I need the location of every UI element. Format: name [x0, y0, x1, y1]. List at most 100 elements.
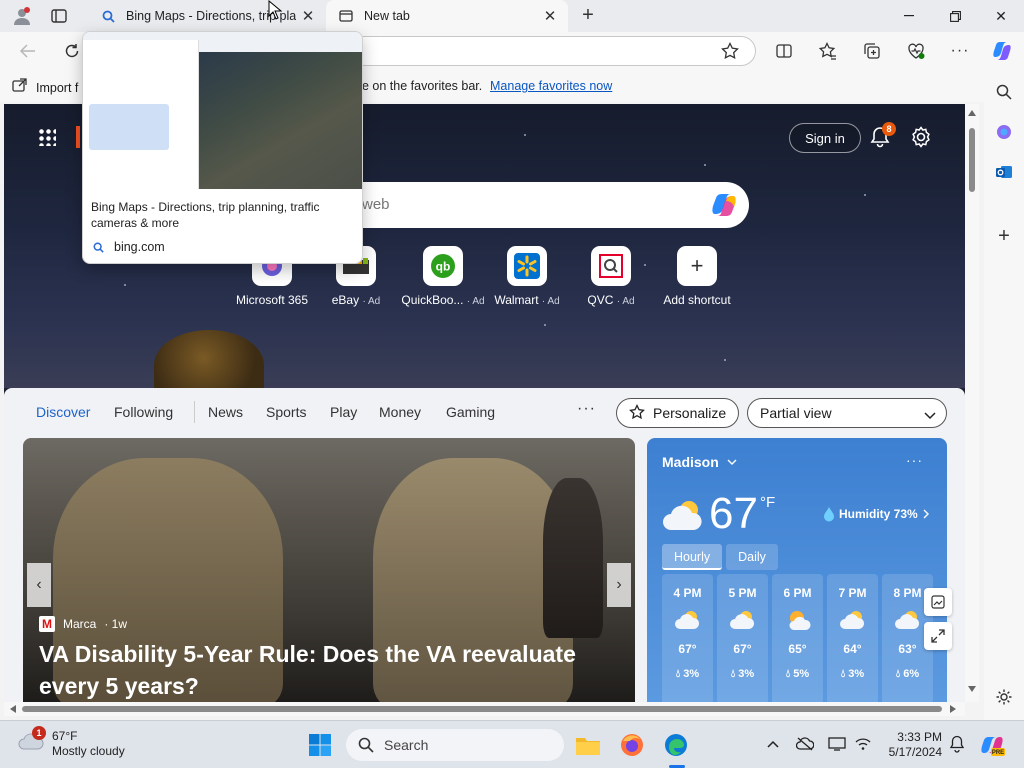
page-settings-gear-icon[interactable]	[910, 126, 932, 151]
tab-daily[interactable]: Daily	[726, 544, 778, 570]
file-explorer-icon[interactable]	[572, 729, 604, 761]
web-search-box[interactable]: web	[304, 182, 749, 228]
settings-more-icon[interactable]: ···	[946, 37, 974, 65]
address-bar[interactable]	[350, 36, 756, 66]
network-settings-icon[interactable]	[852, 733, 874, 755]
tab-hourly[interactable]: Hourly	[662, 544, 723, 570]
cloud-offline-icon[interactable]	[794, 733, 816, 755]
vertical-scroll-thumb[interactable]	[969, 128, 975, 192]
sparkle-star-icon	[629, 403, 645, 423]
story-photo-figure	[543, 478, 603, 638]
restore-button[interactable]	[932, 0, 978, 32]
personalize-button[interactable]: Personalize	[616, 398, 739, 428]
forecast-hour: 6 PM	[783, 586, 812, 600]
windows-start-icon[interactable]	[308, 733, 332, 760]
feed-tab-news[interactable]: News	[208, 404, 243, 420]
hourly-forecast-item[interactable]: 6 PM 65° 💧︎ 5%	[772, 574, 823, 702]
forecast-precip: 💧︎ 5%	[772, 668, 823, 681]
forecast-hour: 4 PM	[673, 586, 702, 600]
windows-taskbar: 67°F Mostly cloudy 1 Search 3:33 PM 5/17…	[0, 720, 1024, 768]
back-button[interactable]	[14, 37, 42, 65]
close-tab-icon[interactable]: ✕	[538, 4, 562, 28]
minimize-button[interactable]	[886, 0, 932, 32]
sidebar-settings-icon[interactable]	[992, 685, 1016, 709]
feed-nav: Discover Following News Sports Play Mone…	[4, 388, 965, 436]
search-icon	[93, 242, 104, 253]
scroll-up-arrow-icon	[968, 110, 976, 116]
add-sidebar-app-icon[interactable]: +	[992, 224, 1016, 248]
feed-tab-money[interactable]: Money	[379, 404, 421, 420]
hourly-forecast-item[interactable]: 5 PM 67° 💧︎ 3%	[717, 574, 768, 702]
outlook-icon[interactable]	[992, 160, 1016, 184]
profile-avatar-icon[interactable]	[10, 4, 34, 28]
tab-hover-preview[interactable]: Bing Maps - Directions, trip planning, t…	[82, 31, 363, 264]
display-icon[interactable]	[826, 733, 848, 755]
favorite-star-icon[interactable]	[721, 42, 739, 63]
scroll-right-arrow-icon	[950, 705, 956, 713]
import-favorites-button[interactable]: Import f	[12, 78, 78, 97]
feed-tab-following[interactable]: Following	[114, 404, 173, 420]
view-mode-select[interactable]: Partial view	[747, 398, 947, 428]
sign-in-button[interactable]: Sign in	[789, 123, 861, 153]
partly-cloudy-icon	[662, 600, 713, 640]
collections-icon[interactable]	[858, 37, 886, 65]
feed-more-button[interactable]: ···	[577, 400, 596, 418]
hourly-forecast-item[interactable]: 4 PM 67° 💧︎ 3%	[662, 574, 713, 702]
hourly-forecast-item[interactable]: 7 PM 64° 💧︎ 3%	[827, 574, 878, 702]
notification-center-bell-icon[interactable]	[946, 733, 968, 755]
shortcut-walmart[interactable]: Walmart · Ad	[482, 246, 572, 307]
top-story-card[interactable]: ‹ › M Marca · 1w VA Disability 5-Year Ru…	[23, 438, 635, 702]
browser-essentials-icon[interactable]	[902, 37, 930, 65]
copilot-search-icon[interactable]	[709, 191, 739, 222]
horizontal-scroll-thumb[interactable]	[22, 706, 942, 712]
add-shortcut-button[interactable]: + Add shortcut	[652, 246, 742, 307]
humidity-link[interactable]: Humidity 73%	[823, 506, 930, 522]
carousel-prev-button[interactable]: ‹	[27, 563, 51, 607]
weather-card[interactable]: Madison ··· 67 °F Humidity 73% Hourly Da…	[647, 438, 947, 702]
copilot-sidebar-icon[interactable]	[992, 120, 1016, 144]
forecast-temp: 64°	[843, 642, 862, 656]
tab-bing-maps[interactable]: Bing Maps - Directions, trip plann ✕	[88, 0, 326, 32]
show-hidden-icons-chevron-icon[interactable]	[762, 733, 784, 755]
taskbar-clock[interactable]: 3:33 PM 5/17/2024	[880, 730, 942, 760]
close-window-button[interactable]: ✕	[978, 0, 1024, 32]
shortcut-quickbooks[interactable]: qb QuickBoo... · Ad	[398, 246, 488, 307]
partly-cloudy-icon	[827, 600, 878, 640]
shortcut-label: QuickBoo...	[401, 293, 464, 307]
edge-icon[interactable]	[660, 729, 692, 761]
current-temperature: 67	[709, 489, 758, 538]
vertical-scrollbar[interactable]	[965, 104, 979, 702]
new-tab-button[interactable]: +	[576, 4, 600, 28]
forecast-precip: 💧︎ 3%	[717, 668, 768, 681]
carousel-next-button[interactable]: ›	[607, 563, 631, 607]
split-screen-icon[interactable]	[770, 37, 798, 65]
horizontal-scrollbar[interactable]	[4, 702, 965, 716]
taskbar-search-box[interactable]: Search	[346, 729, 564, 761]
search-icon[interactable]	[992, 80, 1016, 104]
copilot-icon[interactable]	[988, 37, 1016, 65]
firefox-icon[interactable]	[616, 729, 648, 761]
tab-strip: Bing Maps - Directions, trip plann ✕ New…	[0, 0, 1024, 32]
feed-tab-play[interactable]: Play	[330, 404, 357, 420]
favorites-icon[interactable]	[814, 37, 842, 65]
close-tab-icon[interactable]: ✕	[296, 4, 320, 28]
feedback-image-icon[interactable]	[924, 588, 952, 616]
feed-tab-gaming[interactable]: Gaming	[446, 404, 495, 420]
droplet-icon: 💧︎	[730, 668, 736, 680]
droplet-icon: 💧︎	[895, 668, 901, 680]
shortcut-qvc[interactable]: QVC · Ad	[566, 246, 656, 307]
story-headline[interactable]: VA Disability 5-Year Rule: Does the VA r…	[39, 638, 619, 702]
weather-location[interactable]: Madison	[662, 454, 737, 470]
shortcut-label: eBay	[331, 293, 360, 307]
copilot-preview-icon[interactable]: PRE	[976, 729, 1008, 761]
feed-tab-discover[interactable]: Discover	[36, 404, 90, 420]
weather-more-button[interactable]: ···	[906, 452, 923, 468]
feed-tab-sports[interactable]: Sports	[266, 404, 306, 420]
forecast-precip-value: 5%	[793, 668, 810, 680]
tab-actions-icon[interactable]	[48, 6, 70, 26]
app-launcher-icon[interactable]	[38, 128, 56, 146]
expand-icon[interactable]	[924, 622, 952, 650]
tab-new-tab[interactable]: New tab ✕	[326, 0, 568, 32]
clock-time: 3:33 PM	[897, 730, 942, 744]
manage-favorites-link[interactable]: Manage favorites now	[490, 79, 612, 93]
